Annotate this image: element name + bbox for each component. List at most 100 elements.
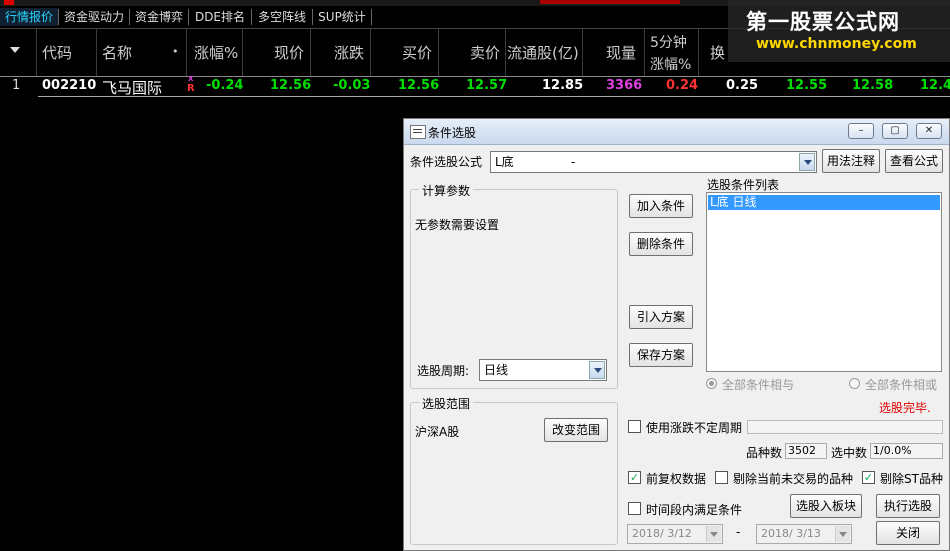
column-divider (186, 29, 187, 76)
header-5min[interactable]: 5分钟 (650, 32, 687, 52)
save-plan-button[interactable]: 保存方案 (629, 343, 693, 367)
untraded-label: 剔除当前未交易的品种 (733, 472, 854, 486)
header-float-shares[interactable]: 流通股(亿) (507, 42, 579, 63)
header-5min-pct[interactable]: 涨幅% (650, 54, 691, 74)
date-to-picker[interactable]: 2018/ 3/13 (756, 524, 852, 544)
column-divider (36, 29, 37, 76)
header-code[interactable]: 代码 (42, 42, 72, 63)
header-change-pct[interactable]: 涨幅% (194, 42, 238, 63)
formula-select[interactable]: L底 - (490, 151, 817, 173)
list-item[interactable]: L底 日线 (708, 195, 940, 210)
column-divider (644, 29, 645, 76)
column-divider (582, 29, 583, 76)
header-price[interactable]: 现价 (274, 42, 304, 63)
date-to-value: 2018/ 3/13 (761, 527, 821, 540)
cell-extra-b: 12.58 (852, 78, 894, 93)
add-to-block-button[interactable]: 选股入板块 (790, 494, 862, 518)
tab-dde-rank[interactable]: DDE排名 (189, 8, 251, 26)
st-label: 剔除ST品种 (880, 472, 943, 486)
import-plan-button[interactable]: 引入方案 (629, 305, 693, 329)
header-dot: • (172, 45, 179, 58)
column-divider (698, 29, 699, 76)
column-divider (370, 29, 371, 76)
table-row[interactable]: 1 002210 飞马国际 X R -0.24 12.56 -0.03 12.5… (0, 75, 950, 98)
tab-quotes[interactable]: 行情报价 (0, 8, 58, 26)
prefuq-label: 前复权数据 (646, 472, 707, 486)
count-label: 品种数 (746, 446, 783, 460)
cell-price: 12.56 (270, 78, 312, 93)
maximize-icon[interactable]: ▢ (882, 123, 908, 139)
formula-desc: - (571, 155, 576, 169)
radio-or[interactable] (849, 378, 860, 389)
date-from-picker[interactable]: 2018/ 3/12 (627, 524, 723, 544)
dialog-titlebar[interactable]: 条件选股 – ▢ ✕ (404, 119, 949, 145)
chevron-down-icon[interactable] (835, 526, 850, 542)
range-title: 选股范围 (419, 395, 474, 412)
radio-and[interactable] (706, 378, 717, 389)
chevron-down-icon[interactable] (589, 361, 605, 379)
formula-label: 条件选股公式 (410, 155, 483, 169)
cell-code[interactable]: 002210 (42, 78, 96, 93)
cell-change: -0.03 (333, 78, 371, 93)
st-checkbox[interactable]: ✓ (862, 471, 875, 484)
tab-long-short[interactable]: 多空阵线 (252, 8, 312, 26)
watermark: 第一股票公式网 www.chnmoney.com (728, 0, 950, 62)
window-icon (410, 125, 426, 139)
cell-name[interactable]: 飞马国际 (102, 77, 162, 98)
date-from-value: 2018/ 3/12 (632, 527, 692, 540)
alert-strip (540, 0, 680, 4)
untraded-checkbox[interactable] (715, 471, 728, 484)
cell-extra-a: 12.55 (786, 78, 828, 93)
no-params-text: 无参数需要设置 (415, 218, 500, 232)
selected-label: 选中数 (831, 446, 868, 460)
add-condition-button[interactable]: 加入条件 (629, 194, 693, 218)
header-volume[interactable]: 现量 (606, 42, 636, 63)
condition-list[interactable]: L底 日线 (706, 192, 942, 372)
tab-fund-game[interactable]: 资金博弈 (130, 8, 188, 26)
delete-condition-button[interactable]: 删除条件 (629, 232, 693, 256)
app-logo-icon (4, 0, 14, 5)
radio-and-label: 全部条件相与 (722, 378, 795, 392)
view-formula-button[interactable]: 查看公式 (885, 149, 943, 173)
cell-extra-c: 12.4 (920, 78, 950, 93)
timerange-checkbox[interactable] (628, 502, 641, 515)
close-icon[interactable]: ✕ (916, 123, 942, 139)
range-group: 选股范围 沪深A股 改变范围 (410, 395, 618, 545)
cell-float-shares: 12.85 (542, 78, 584, 93)
close-button[interactable]: 关闭 (876, 521, 940, 545)
period-checkbox[interactable] (628, 420, 641, 433)
run-screen-button[interactable]: 执行选股 (876, 494, 940, 518)
header-name[interactable]: 名称 (102, 42, 132, 63)
cell-flag-bottom: R (187, 83, 195, 94)
watermark-title: 第一股票公式网 (746, 10, 900, 34)
tab-fund-drive[interactable]: 资金驱动力 (59, 8, 129, 26)
tab-sup-stats[interactable]: SUP统计 (313, 8, 371, 26)
header-bid[interactable]: 买价 (402, 42, 432, 63)
row-index: 1 (12, 78, 21, 93)
calc-params-title: 计算参数 (419, 182, 474, 199)
column-divider (242, 29, 243, 76)
row-underline (38, 96, 950, 97)
header-turnover[interactable]: 换 (710, 42, 725, 63)
minimize-icon[interactable]: – (848, 123, 874, 139)
header-ask[interactable]: 卖价 (470, 42, 500, 63)
header-change[interactable]: 涨跌 (334, 42, 364, 63)
period-value: 日线 (484, 363, 509, 377)
prefuq-checkbox[interactable]: ✓ (628, 471, 641, 484)
usage-notes-button[interactable]: 用法注释 (822, 149, 880, 173)
chevron-down-icon[interactable] (799, 153, 815, 171)
cell-change-pct: -0.24 (206, 78, 244, 93)
date-separator: - (736, 525, 741, 539)
cell-bid: 12.56 (398, 78, 440, 93)
timerange-label: 时间段内满足条件 (646, 503, 743, 517)
cell-flag-top: X (188, 75, 194, 83)
calc-params-group: 计算参数 无参数需要设置 选股周期: 日线 (410, 182, 618, 389)
chevron-down-icon[interactable] (706, 526, 721, 542)
progress-bar (747, 420, 943, 434)
cell-5min: 0.24 (666, 78, 699, 93)
change-range-button[interactable]: 改变范围 (544, 418, 608, 442)
dialog-title: 条件选股 (428, 126, 477, 140)
period-select[interactable]: 日线 (479, 359, 607, 381)
column-divider (310, 29, 311, 76)
sort-menu-icon[interactable] (10, 47, 20, 53)
